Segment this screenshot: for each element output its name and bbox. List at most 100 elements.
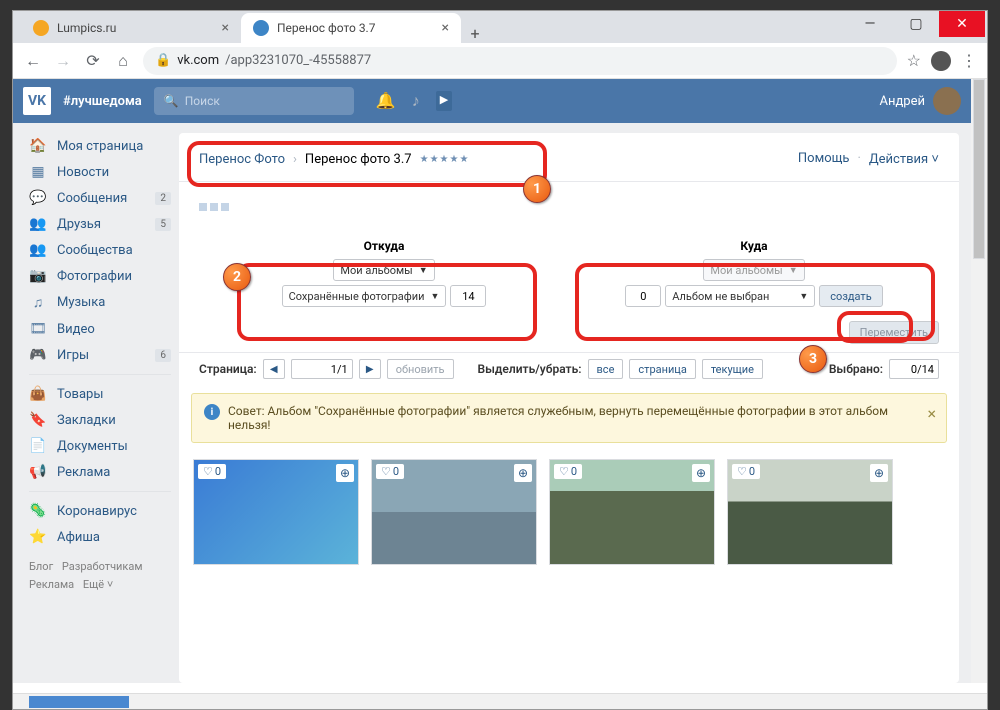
from-album-select[interactable]: Сохранённые фотографии▼ xyxy=(282,285,447,307)
browser-menu-icon[interactable]: ⋮ xyxy=(961,51,977,70)
sidebar-item-games[interactable]: 🎮Игры6 xyxy=(21,342,179,368)
refresh-button[interactable]: обновить xyxy=(387,359,454,379)
sidebar-item-corona[interactable]: 🦠Коронавирус xyxy=(21,498,179,524)
docs-icon: 📄 xyxy=(29,438,47,454)
back-button[interactable]: ← xyxy=(23,51,43,71)
photo-thumbnail[interactable]: ♡ 0 ⊕ xyxy=(193,459,359,565)
home-icon: 🏠 xyxy=(29,138,47,154)
from-source-select[interactable]: Мои альбомы▼ xyxy=(333,259,434,281)
annotation-marker: 2 xyxy=(223,263,251,291)
tip-banner: i Совет: Альбом "Сохранённые фотографии"… xyxy=(191,393,947,443)
url-path: /app3231070_-45558877 xyxy=(225,53,371,68)
from-count: 14 xyxy=(450,285,486,307)
sidebar-item-music[interactable]: ♫Музыка xyxy=(21,289,179,316)
to-source-select[interactable]: Мои альбомы▼ xyxy=(703,259,804,281)
reload-button[interactable]: ⟳ xyxy=(83,51,103,70)
new-tab-button[interactable]: + xyxy=(461,24,489,43)
badge: 2 xyxy=(155,192,171,205)
photo-thumbnail[interactable]: ♡ 0⊕ xyxy=(727,459,893,565)
like-count: ♡ 0 xyxy=(198,464,226,479)
footer-link[interactable]: Реклама xyxy=(29,578,74,591)
notifications-icon[interactable]: 🔔 xyxy=(376,91,396,111)
annotation-marker: 1 xyxy=(523,175,551,203)
minimize-button[interactable]: — xyxy=(847,11,893,37)
maximize-button[interactable]: ▢ xyxy=(893,11,939,37)
market-icon: 👜 xyxy=(29,386,47,402)
select-page-button[interactable]: страница xyxy=(629,359,695,379)
thumbnails: ♡ 0⊕ ♡ 0⊕ ♡ 0⊕ ♡ 0⊕ xyxy=(179,451,959,573)
pager-row: Страница: ◀ ▶ обновить Выделить/убрать: … xyxy=(179,352,959,385)
close-button[interactable]: ✕ xyxy=(939,11,985,37)
url-host: vk.com xyxy=(177,53,219,68)
tip-text: Совет: Альбом "Сохранённые фотографии" я… xyxy=(228,404,916,432)
sidebar-item-profile[interactable]: 🏠Моя страница xyxy=(21,133,179,159)
to-title: Куда xyxy=(569,239,939,253)
sidebar-item-friends[interactable]: 👥Друзья5 xyxy=(21,211,179,237)
rating-stars[interactable]: ★★★★★ xyxy=(420,154,470,165)
sidebar-item-ads[interactable]: 📢Реклама xyxy=(21,459,179,485)
sidebar-footer: Блог Разработчикам Реклама Ещё ˅ xyxy=(21,550,179,601)
zoom-icon[interactable]: ⊕ xyxy=(514,464,532,482)
browser-tab[interactable]: Lumpics.ru × xyxy=(21,13,241,43)
vk-hashtag[interactable]: #лучшедома xyxy=(63,94,142,109)
vertical-scrollbar[interactable] xyxy=(971,79,987,683)
chevron-down-icon: ▼ xyxy=(799,291,808,302)
music-icon[interactable]: ♪ xyxy=(412,91,420,111)
scrollbar-thumb[interactable] xyxy=(973,79,985,259)
horizontal-scrollbar[interactable] xyxy=(13,693,987,709)
close-tab-icon[interactable]: × xyxy=(222,20,229,36)
create-album-button[interactable]: создать xyxy=(819,285,882,307)
close-tip-icon[interactable]: × xyxy=(927,404,936,423)
messages-icon: 💬 xyxy=(29,190,47,206)
search-input[interactable]: 🔍 Поиск xyxy=(154,87,354,115)
home-button[interactable]: ⌂ xyxy=(113,51,133,71)
breadcrumb-root[interactable]: Перенос Фото xyxy=(199,152,285,167)
profile-avatar-icon[interactable] xyxy=(931,51,951,71)
sidebar-item-news[interactable]: ▦Новости xyxy=(21,159,179,185)
page-input[interactable] xyxy=(291,359,353,379)
user-menu[interactable]: Андрей xyxy=(879,87,961,115)
close-tab-icon[interactable]: × xyxy=(442,20,449,36)
scrollbar-thumb[interactable] xyxy=(29,696,129,708)
url-field[interactable]: 🔒 vk.com/app3231070_-45558877 xyxy=(143,47,897,75)
sidebar-item-bookmarks[interactable]: 🔖Закладки xyxy=(21,407,179,433)
vk-logo-icon[interactable]: VK xyxy=(23,87,51,115)
help-link[interactable]: Помощь xyxy=(798,151,850,167)
main-panel: Перенос Фото › Перенос фото 3.7 ★★★★★ По… xyxy=(179,133,959,683)
zoom-icon[interactable]: ⊕ xyxy=(692,464,710,482)
prev-page-button[interactable]: ◀ xyxy=(263,359,285,379)
photo-thumbnail[interactable]: ♡ 0⊕ xyxy=(371,459,537,565)
footer-link[interactable]: Блог xyxy=(29,560,53,573)
sidebar-item-docs[interactable]: 📄Документы xyxy=(21,433,179,459)
sidebar-item-market[interactable]: 👜Товары xyxy=(21,381,179,407)
select-all-button[interactable]: все xyxy=(588,359,624,379)
move-button[interactable]: Переместить xyxy=(849,321,939,344)
next-page-button[interactable]: ▶ xyxy=(359,359,381,379)
sidebar-item-video[interactable]: 🎞Видео xyxy=(21,316,179,342)
friends-icon: 👥 xyxy=(29,216,47,232)
news-icon: ▦ xyxy=(29,164,47,180)
sidebar-item-photos[interactable]: 📷Фотографии xyxy=(21,263,179,289)
chevron-down-icon: ▼ xyxy=(430,291,439,302)
footer-link[interactable]: Разработчикам xyxy=(62,560,143,573)
select-current-button[interactable]: текущие xyxy=(702,359,763,379)
badge: 6 xyxy=(155,349,171,362)
sidebar-item-groups[interactable]: 👥Сообщества xyxy=(21,237,179,263)
to-column: Куда Мои альбомы▼ 0 Альбом не выбран▼ со… xyxy=(569,239,939,307)
photo-thumbnail[interactable]: ♡ 0⊕ xyxy=(549,459,715,565)
from-title: Откуда xyxy=(199,239,569,253)
to-album-select[interactable]: Альбом не выбран▼ xyxy=(665,285,815,307)
zoom-icon[interactable]: ⊕ xyxy=(336,464,354,482)
select-label: Выделить/убрать: xyxy=(478,362,582,376)
footer-link[interactable]: Ещё ˅ xyxy=(83,578,113,591)
bookmark-icon[interactable]: ☆ xyxy=(907,51,921,70)
actions-menu[interactable]: Действия ˅ xyxy=(869,151,939,167)
play-icon[interactable]: ▶ xyxy=(436,91,452,111)
window-titlebar: — ▢ ✕ xyxy=(847,11,987,37)
zoom-icon[interactable]: ⊕ xyxy=(870,464,888,482)
forward-button[interactable]: → xyxy=(53,51,73,71)
corona-icon: 🦠 xyxy=(29,503,47,519)
sidebar-item-messages[interactable]: 💬Сообщения2 xyxy=(21,185,179,211)
browser-tab-active[interactable]: Перенос фото 3.7 × xyxy=(241,13,461,43)
sidebar-item-events[interactable]: ⭐Афиша xyxy=(21,524,179,550)
